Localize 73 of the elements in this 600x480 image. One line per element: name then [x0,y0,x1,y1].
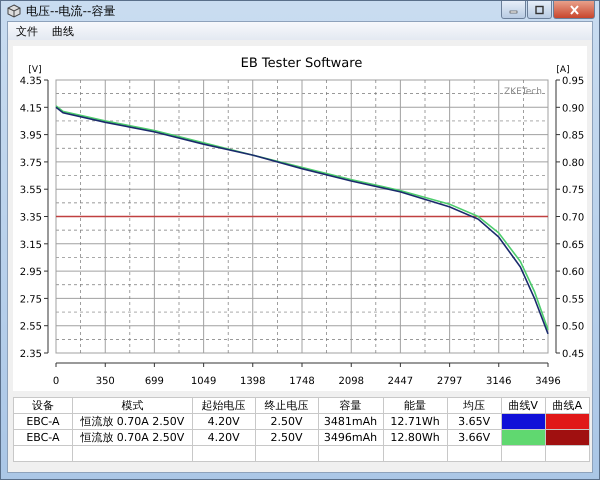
axis-tick-label: 0.50 [562,322,584,333]
axis-unit-label: [V] [28,65,42,75]
column-header: 终止电压 [255,398,318,414]
axis-tick-label: 2.55 [20,322,42,333]
maximize-icon [534,4,545,14]
axis-tick-label: 0.75 [562,185,584,196]
color-swatch[interactable] [545,414,590,430]
column-header: 能量 [383,398,448,414]
axis-tick-label: 0.85 [562,130,584,142]
axis-tick-label: 0.95 [562,76,584,87]
column-header: 设备 [14,398,72,414]
chart-title: EB Tester Software [240,56,362,71]
table-cell: 3481mAh [318,414,383,430]
axis-tick-label: 2447 [388,376,414,387]
table-cell: 2.50V [255,430,318,446]
axis-tick-label: 3.35 [20,212,42,224]
table-cell: 3.66V [447,430,502,446]
table-cell: 2.50V [255,414,318,430]
axis-tick-label: 0.60 [562,267,584,278]
axis-unit-label: [A] [556,65,570,75]
column-header: 容量 [318,398,383,414]
table-cell: 12.71Wh [383,414,448,430]
axis-tick-label: 3.15 [20,240,42,251]
axis-tick-label: 350 [96,376,115,387]
axis-tick-label: 2.95 [20,267,42,278]
axis-tick-label: 0 [52,376,60,387]
axis-tick-label: 2.75 [20,294,42,306]
table-cell: 恒流放 0.70A 2.50V [72,414,192,430]
axis-tick-label: 3496 [535,376,561,387]
maximize-button[interactable] [527,1,552,19]
axis-tick-label: 1398 [240,376,266,387]
column-header: 模式 [72,398,192,414]
column-header: 曲线V [501,398,546,414]
table-cell: 3.65V [447,414,502,430]
axis-tick-label: 4.15 [20,103,42,114]
close-icon [568,4,580,14]
axis-tick-label: 0.45 [562,349,584,360]
menu-item[interactable]: 文件 [10,22,44,40]
column-header: 曲线A [545,398,590,414]
table-cell: 3496mAh [318,430,383,446]
table-cell: EBC-A [14,430,72,446]
table-cell: 4.20V [192,430,256,446]
axis-tick-label: 2.35 [20,349,42,360]
axis-tick-label: 0.70 [562,212,584,224]
axis-tick-label: 0.80 [562,158,584,169]
axis-tick-label: 2797 [436,376,462,387]
axis-tick-label: 3.75 [20,158,42,169]
cube-icon [7,4,21,18]
table-cell: 12.80Wh [383,430,448,446]
axis-tick-label: 699 [144,376,164,387]
axis-tick-label: 3.95 [20,130,42,142]
color-swatch[interactable] [501,430,546,446]
axis-tick-label: 4.35 [20,76,42,87]
color-swatch[interactable] [501,414,546,430]
minimize-button[interactable] [501,1,526,19]
column-header: 起始电压 [192,398,256,414]
column-header: 均压 [447,398,502,414]
brand-label: ZKETech [504,87,542,97]
table-cell: 恒流放 0.70A 2.50V [72,430,192,446]
axis-tick-label: 3146 [486,376,512,387]
axis-tick-label: 3.55 [20,185,42,196]
window-title: 电压--电流--容量 [26,2,116,20]
axis-tick-label: 1049 [190,376,216,387]
axis-tick-label: 0.65 [562,240,584,251]
table-cell: EBC-A [14,414,72,430]
table-cell: 4.20V [192,414,256,430]
close-button[interactable] [553,1,595,19]
axis-tick-label: 1748 [289,376,315,387]
menu-item[interactable]: 曲线 [46,22,80,40]
axis-tick-label: 0.90 [562,103,584,114]
axis-tick-label: 0.55 [562,294,584,306]
color-swatch[interactable] [545,430,590,446]
axis-tick-label: 2098 [338,376,364,387]
